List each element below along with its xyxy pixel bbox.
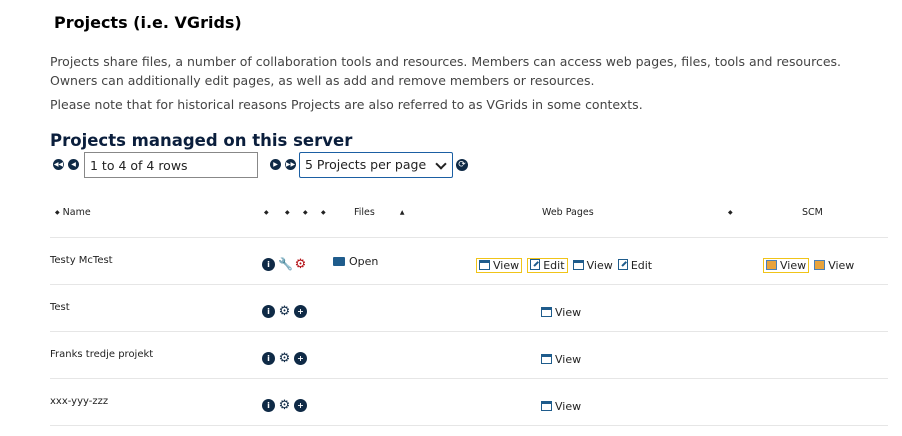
table-row: Testy McTest i 🔧 ⚙ Open View Edit View Edi… <box>0 239 902 285</box>
project-actions: i 🔧 ⚙ <box>262 254 310 271</box>
next-page-icon[interactable]: ▶ <box>270 159 281 170</box>
document-icon <box>541 354 552 364</box>
plus-icon[interactable]: + <box>294 399 307 412</box>
name-column-header[interactable]: ◆ Name <box>55 207 91 218</box>
table-row: Test i ⚙ + View <box>0 286 902 332</box>
scm-column-header: SCM <box>802 207 823 218</box>
document-icon <box>541 307 552 317</box>
gear-icon[interactable]: ⚙ <box>278 305 291 318</box>
icon-sort-3[interactable]: ◆ <box>303 207 308 218</box>
project-actions: i ⚙ + <box>262 301 310 318</box>
last-page-icon[interactable]: ▶▶ <box>285 159 296 170</box>
first-page-icon[interactable]: ◀◀ <box>53 159 64 170</box>
wrench-icon[interactable]: 🔧 <box>278 258 293 271</box>
sort-icon: ◆ <box>55 209 60 216</box>
page-title: Projects (i.e. VGrids) <box>54 13 242 32</box>
document-icon <box>479 260 490 270</box>
project-name: Testy McTest <box>50 255 113 266</box>
web-pages-links: View Edit View Edit <box>476 254 652 273</box>
web-view-link[interactable]: View <box>541 353 581 366</box>
edit-icon <box>530 259 541 270</box>
web-edit-link[interactable]: Edit <box>527 258 568 273</box>
sort-asc-icon: ▲ <box>399 209 405 216</box>
row-divider <box>50 237 888 238</box>
folder-icon <box>333 257 345 266</box>
web-pages-links: View <box>541 348 581 367</box>
project-name: Franks tredje projekt <box>50 349 154 360</box>
project-name: Test <box>50 302 70 313</box>
note-text: Please note that for historical reasons … <box>50 97 643 112</box>
row-divider <box>50 284 888 285</box>
web-pages-column-header: Web Pages <box>542 207 594 218</box>
icon-sort-4[interactable]: ◆ <box>321 207 326 218</box>
pager: ◀◀ ◀ ▶ ▶▶ 5 Projects per page ⟳ <box>50 152 490 180</box>
gear-icon[interactable]: ⚙ <box>294 258 307 271</box>
managed-projects-heading: Projects managed on this server <box>50 131 353 150</box>
files-open-link[interactable]: Open <box>333 255 378 268</box>
per-page-select[interactable]: 5 Projects per page <box>299 152 453 178</box>
page-rows-input[interactable] <box>84 152 258 178</box>
project-actions: i ⚙ + <box>262 348 310 365</box>
info-icon[interactable]: i <box>262 258 275 271</box>
web-pages-links: View <box>541 395 581 414</box>
prev-page-icon[interactable]: ◀ <box>68 159 79 170</box>
row-divider <box>50 425 888 426</box>
row-divider <box>50 378 888 379</box>
info-icon[interactable]: i <box>262 399 275 412</box>
web-view-link[interactable]: View <box>541 400 581 413</box>
plus-icon[interactable]: + <box>294 305 307 318</box>
icon-sort-2[interactable]: ◆ <box>285 207 290 218</box>
web-view-link[interactable]: View <box>572 259 613 272</box>
plus-icon[interactable]: + <box>294 352 307 365</box>
per-page-value: 5 Projects per page <box>305 157 427 172</box>
edit-icon <box>617 259 628 270</box>
document-icon <box>572 260 584 270</box>
icon-sort-1[interactable]: ◆ <box>264 207 269 218</box>
chevron-down-icon <box>435 158 447 170</box>
project-actions: i ⚙ + <box>262 395 310 412</box>
scm-icon <box>814 260 826 270</box>
web-pages-sort[interactable]: ◆ <box>728 207 733 218</box>
scm-view-link[interactable]: View <box>814 259 854 272</box>
info-icon[interactable]: i <box>262 352 275 365</box>
web-view-link[interactable]: View <box>476 258 523 273</box>
page: Projects (i.e. VGrids) Projects share fi… <box>0 0 902 436</box>
table-row: xxx-yyy-zzz i ⚙ + View <box>0 380 902 426</box>
refresh-icon[interactable]: ⟳ <box>456 159 468 171</box>
intro-text: Projects share files, a number of collab… <box>50 54 841 88</box>
scm-icon <box>766 260 777 270</box>
gear-icon[interactable]: ⚙ <box>278 399 291 412</box>
files-column-header[interactable]: Files ▲ <box>354 207 405 218</box>
project-name: xxx-yyy-zzz <box>50 396 109 407</box>
document-icon <box>541 401 552 411</box>
web-edit-link[interactable]: Edit <box>617 259 652 272</box>
web-view-link[interactable]: View <box>541 306 581 319</box>
scm-links: View View <box>763 254 854 273</box>
table-row: Franks tredje projekt i ⚙ + View <box>0 333 902 379</box>
info-icon[interactable]: i <box>262 305 275 318</box>
web-pages-links: View <box>541 301 581 320</box>
scm-view-link[interactable]: View <box>763 258 810 273</box>
row-divider <box>50 331 888 332</box>
gear-icon[interactable]: ⚙ <box>278 352 291 365</box>
